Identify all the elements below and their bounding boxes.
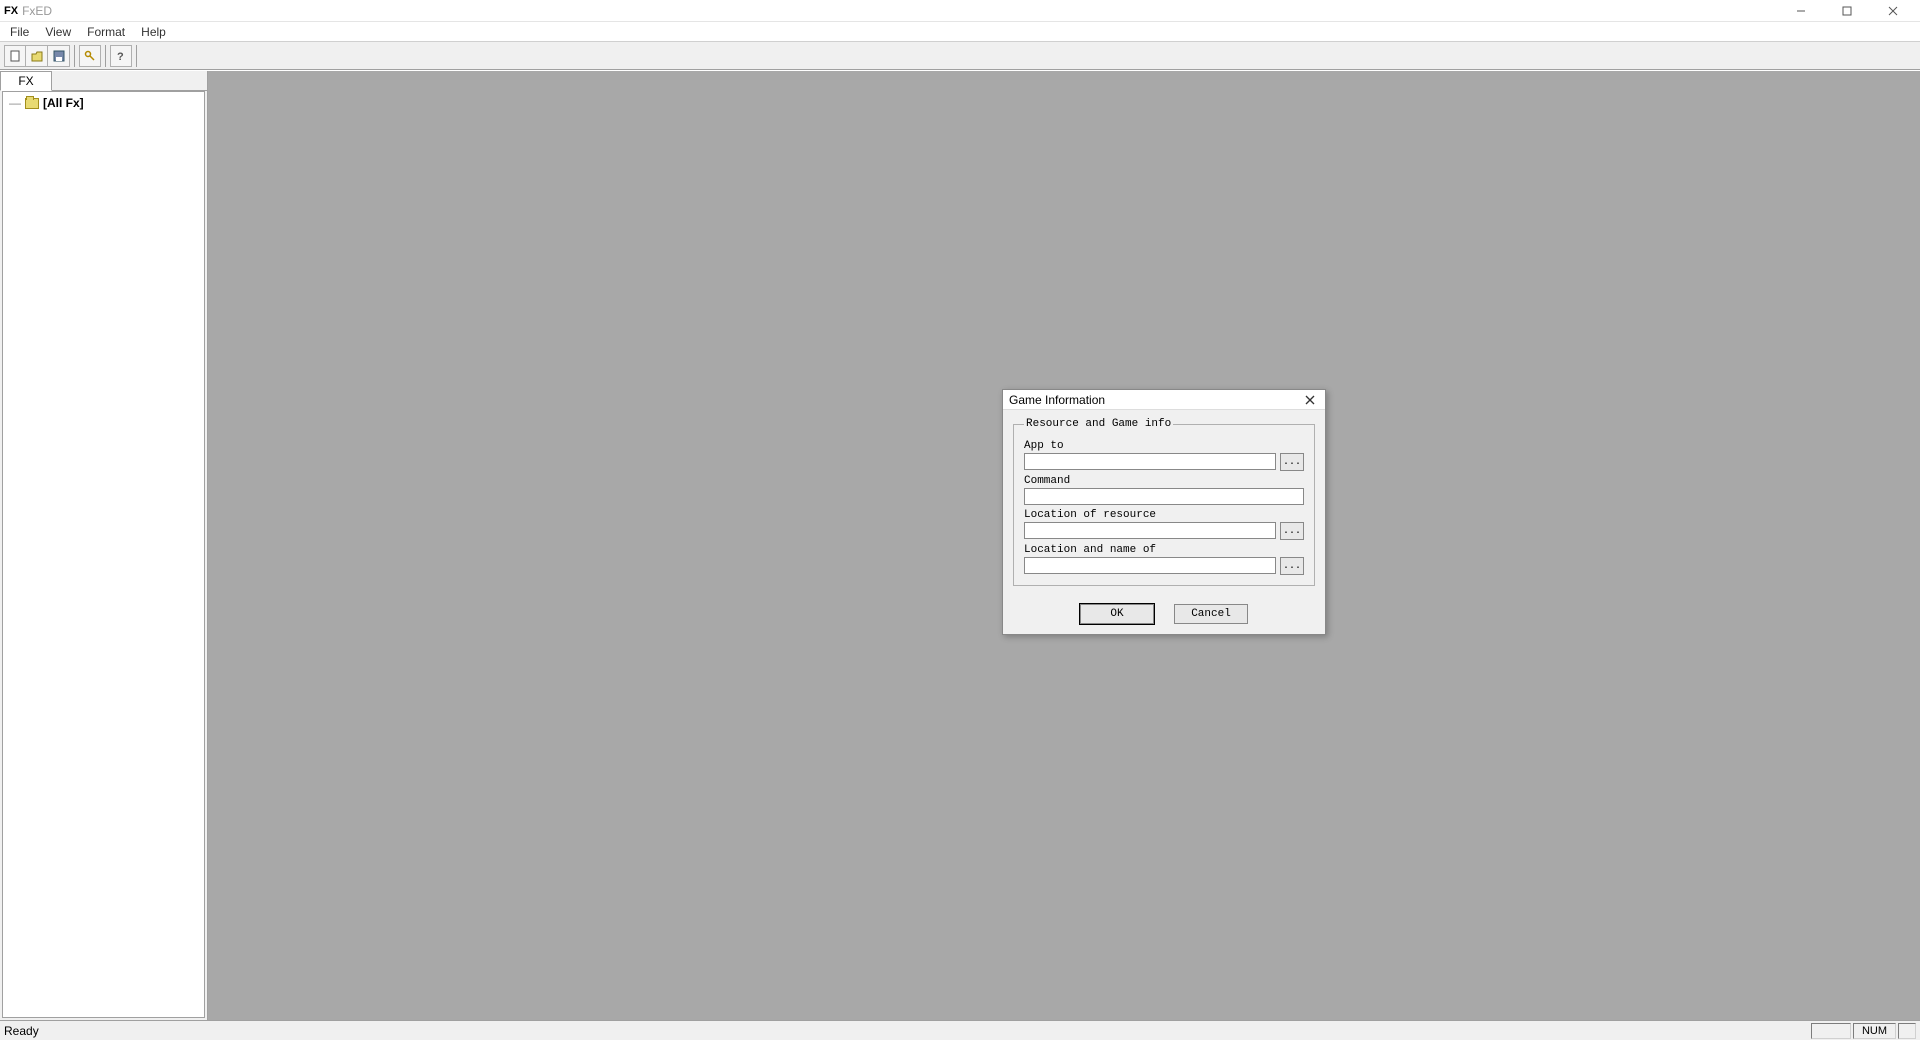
toolbar-separator <box>105 45 106 67</box>
new-file-icon <box>8 49 22 63</box>
status-cell-empty2 <box>1898 1023 1916 1039</box>
help-button[interactable]: ? <box>110 45 132 67</box>
resource-game-info-group: Resource and Game info App to ... Comman… <box>1013 418 1315 586</box>
window-titlebar: FX FxED <box>0 0 1920 22</box>
tab-fx[interactable]: FX <box>0 71 52 91</box>
field-app-to: App to ... <box>1024 440 1304 471</box>
location-resource-label: Location of resource <box>1024 509 1304 521</box>
location-name-browse-button[interactable]: ... <box>1280 557 1304 575</box>
app-icon: FX <box>4 5 18 17</box>
menu-view[interactable]: View <box>37 23 79 41</box>
close-icon <box>1305 395 1315 405</box>
app-to-label: App to <box>1024 440 1304 452</box>
help-icon: ? <box>114 49 128 63</box>
minimize-button[interactable] <box>1778 0 1824 22</box>
close-button[interactable] <box>1870 0 1916 22</box>
cancel-button[interactable]: Cancel <box>1174 604 1248 624</box>
toolbar-separator <box>136 45 137 67</box>
tree-root-label: [All Fx] <box>43 96 84 110</box>
app-to-input[interactable] <box>1024 453 1276 470</box>
field-location-resource: Location of resource ... <box>1024 509 1304 540</box>
toolbar-separator <box>74 45 75 67</box>
svg-text:?: ? <box>117 51 124 63</box>
field-location-name: Location and name of ... <box>1024 544 1304 575</box>
save-file-button[interactable] <box>48 45 70 67</box>
side-tabs: FX <box>0 71 207 91</box>
side-panel: FX — [All Fx] <box>0 71 208 1020</box>
new-file-button[interactable] <box>4 45 26 67</box>
command-label: Command <box>1024 475 1304 487</box>
side-tab-spacer <box>52 71 207 91</box>
workspace: FX — [All Fx] Game Information Resource … <box>0 70 1920 1020</box>
tree-view[interactable]: — [All Fx] <box>2 91 205 1018</box>
menu-file[interactable]: File <box>2 23 37 41</box>
toolbar: ? <box>0 42 1920 70</box>
ok-button[interactable]: OK <box>1080 604 1154 624</box>
location-resource-browse-button[interactable]: ... <box>1280 522 1304 540</box>
open-file-icon <box>30 49 44 63</box>
location-name-input[interactable] <box>1024 557 1276 574</box>
dialog-title: Game Information <box>1009 393 1105 407</box>
dialog-titlebar[interactable]: Game Information <box>1003 390 1325 410</box>
main-canvas: Game Information Resource and Game info … <box>208 71 1920 1020</box>
command-input[interactable] <box>1024 488 1304 505</box>
tree-root-item[interactable]: — [All Fx] <box>9 96 198 110</box>
menubar: File View Format Help <box>0 22 1920 42</box>
open-file-button[interactable] <box>26 45 48 67</box>
save-file-icon <box>52 49 66 63</box>
location-resource-input[interactable] <box>1024 522 1276 539</box>
menu-format[interactable]: Format <box>79 23 133 41</box>
group-legend: Resource and Game info <box>1024 418 1173 430</box>
maximize-button[interactable] <box>1824 0 1870 22</box>
app-to-browse-button[interactable]: ... <box>1280 453 1304 471</box>
status-cell-num: NUM <box>1853 1023 1896 1039</box>
folder-icon <box>25 98 39 109</box>
menu-help[interactable]: Help <box>133 23 174 41</box>
dialog-body: Resource and Game info App to ... Comman… <box>1003 410 1325 596</box>
field-command: Command <box>1024 475 1304 505</box>
game-information-dialog: Game Information Resource and Game info … <box>1002 389 1326 635</box>
key-icon <box>83 49 97 63</box>
location-name-label: Location and name of <box>1024 544 1304 556</box>
window-controls <box>1778 0 1916 22</box>
tree-connector-icon: — <box>9 96 21 110</box>
status-cell-empty1 <box>1811 1023 1851 1039</box>
key-button[interactable] <box>79 45 101 67</box>
statusbar: Ready NUM <box>0 1020 1920 1040</box>
status-left: Ready <box>4 1024 39 1038</box>
window-title: FxED <box>22 4 52 18</box>
dialog-close-button[interactable] <box>1301 392 1319 408</box>
dialog-buttons: OK Cancel <box>1003 596 1325 634</box>
